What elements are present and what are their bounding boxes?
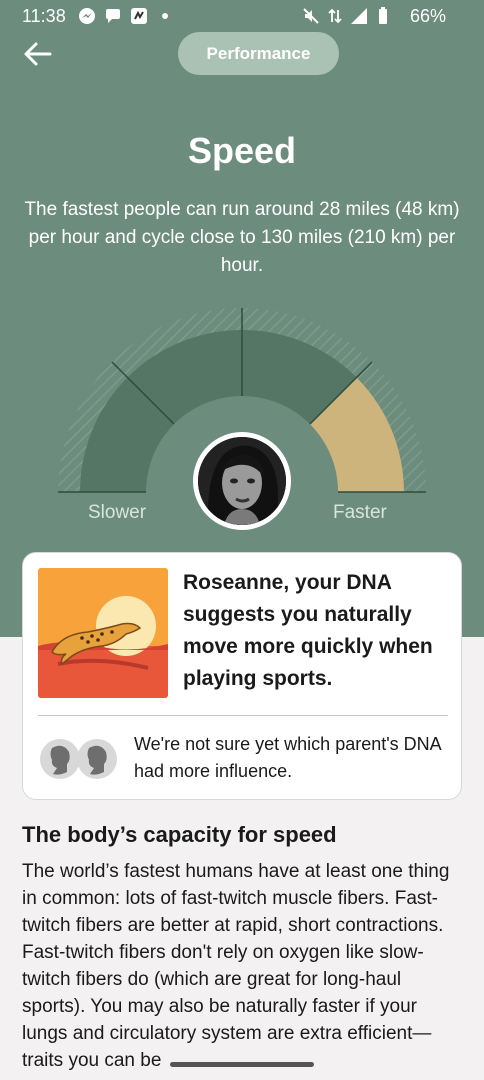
app-icon xyxy=(131,8,147,24)
dot-icon xyxy=(162,13,168,19)
battery-icon xyxy=(379,7,387,24)
data-icon xyxy=(328,8,342,24)
section-heading: The body’s capacity for speed xyxy=(22,822,337,847)
gauge-max-label: Faster xyxy=(333,502,387,523)
home-indicator[interactable] xyxy=(170,1062,314,1067)
arrow-left-icon[interactable] xyxy=(22,40,54,68)
mute-icon xyxy=(303,8,319,24)
category-pill[interactable]: Performance xyxy=(178,32,339,75)
card-divider xyxy=(38,715,448,716)
messenger-icon xyxy=(79,8,95,24)
result-headline: Roseanne, your DNA suggests you naturall… xyxy=(183,571,433,690)
section-body: The world’s fastest humans have at least… xyxy=(22,861,450,1071)
battery-percent: 66% xyxy=(409,6,446,26)
result-card: Roseanne, your DNA suggests you naturall… xyxy=(22,552,462,800)
avatar xyxy=(193,432,291,530)
chat-icon xyxy=(106,9,120,23)
parents-icon xyxy=(40,739,117,779)
gauge-min-label: Slower xyxy=(88,502,147,523)
signal-icon xyxy=(351,8,367,24)
parent-influence-text: We're not sure yet which parent's DNA ha… xyxy=(134,734,441,781)
status-time: 11:38 xyxy=(22,6,66,26)
status-bar: 11:38 66% xyxy=(0,0,484,34)
page-description: The fastest people can run around 28 mil… xyxy=(24,199,460,276)
page-title: Speed xyxy=(187,130,297,171)
cheetah-illustration xyxy=(38,568,168,698)
